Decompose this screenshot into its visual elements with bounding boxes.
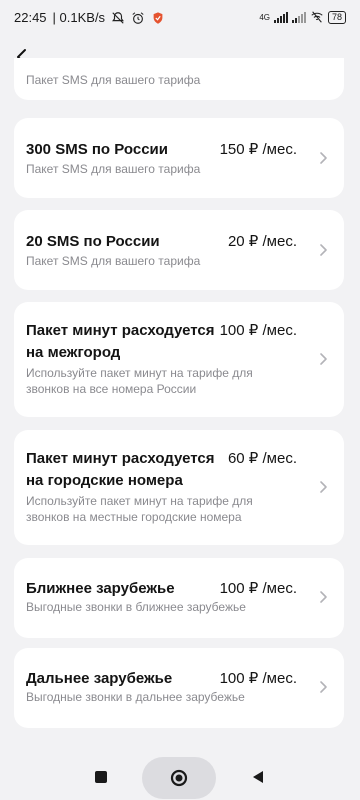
status-time: 22:45 [14, 10, 47, 25]
card-subtitle-line2: звонков на все номера России [26, 382, 197, 396]
chevron-right-icon [320, 244, 327, 256]
chevron-right-icon [320, 481, 327, 493]
card-title: 20 SMS по России [26, 233, 160, 250]
package-card-sms-top[interactable]: Пакет SMS для вашего тарифа [14, 58, 344, 100]
home-button[interactable] [142, 757, 216, 799]
card-subtitle-line1: Используйте пакет минут на тарифе для [26, 366, 253, 380]
status-left: 22:45 | 0.1KB/s [14, 10, 165, 25]
chevron-right-icon [320, 353, 327, 365]
card-subtitle: Выгодные звонки в дальнее зарубежье [26, 690, 245, 704]
network-type: 4G [259, 12, 270, 22]
back-triangle-icon[interactable] [250, 769, 266, 785]
package-list: Пакет SMS для вашего тарифа 300 SMS по Р… [0, 58, 360, 738]
chevron-right-icon [320, 591, 327, 603]
recents-square-icon[interactable] [94, 770, 108, 784]
card-title: 300 SMS по России [26, 141, 168, 158]
card-price: 100 ₽ /мес. [219, 580, 297, 597]
card-title-line2: на межгород [26, 344, 121, 361]
card-title: Дальнее зарубежье [26, 670, 173, 687]
package-card-20-sms[interactable]: 20 SMS по России 20 ₽ /мес. Пакет SMS дл… [14, 210, 344, 290]
wifi-off-icon [311, 11, 323, 23]
card-price: 100 ₽ /мес. [219, 670, 297, 687]
package-card-near-abroad[interactable]: Ближнее зарубежье 100 ₽ /мес. Выгодные з… [14, 558, 344, 638]
card-title-line1: Пакет минут расходуется [26, 322, 215, 339]
card-subtitle: Пакет SMS для вашего тарифа [26, 254, 201, 268]
bell-off-icon [112, 11, 125, 24]
signal-icon-2 [291, 11, 306, 23]
card-title-line1: Пакет минут расходуется [26, 450, 215, 467]
chevron-right-icon [320, 152, 327, 164]
card-title-line2: на городские номера [26, 472, 183, 489]
package-card-city-numbers[interactable]: Пакет минут расходуется на городские ном… [14, 430, 344, 545]
status-bar: 22:45 | 0.1KB/s 4G 78 [0, 0, 360, 40]
card-title: Ближнее зарубежье [26, 580, 175, 597]
card-subtitle: Пакет SMS для вашего тарифа [26, 73, 201, 87]
card-price: 60 ₽ /мес. [227, 450, 297, 467]
card-price: 20 ₽ /мес. [227, 233, 297, 250]
signal-icon [273, 11, 288, 23]
card-subtitle-line2: звонков на местные городские номера [26, 510, 242, 524]
system-nav-bar [0, 740, 360, 800]
package-card-long-distance[interactable]: Пакет минут расходуется на межгород 100 … [14, 302, 344, 417]
shield-app-icon [153, 11, 163, 24]
chevron-right-icon [320, 681, 327, 693]
card-price: 100 ₽ /мес. [219, 322, 297, 339]
battery-icon: 78 [327, 10, 346, 24]
status-right: 4G 78 [259, 10, 346, 24]
package-card-far-abroad[interactable]: Дальнее зарубежье 100 ₽ /мес. Выгодные з… [14, 648, 344, 728]
home-circle-icon [170, 769, 188, 787]
card-subtitle: Пакет SMS для вашего тарифа [26, 162, 201, 176]
card-subtitle-line1: Используйте пакет минут на тарифе для [26, 494, 253, 508]
card-price: 150 ₽ /мес. [219, 141, 297, 158]
alarm-icon [132, 11, 144, 24]
package-card-300-sms[interactable]: 300 SMS по России 150 ₽ /мес. Пакет SMS … [14, 118, 344, 198]
status-speed: | 0.1KB/s [52, 10, 106, 25]
card-subtitle: Выгодные звонки в ближнее зарубежье [26, 600, 246, 614]
